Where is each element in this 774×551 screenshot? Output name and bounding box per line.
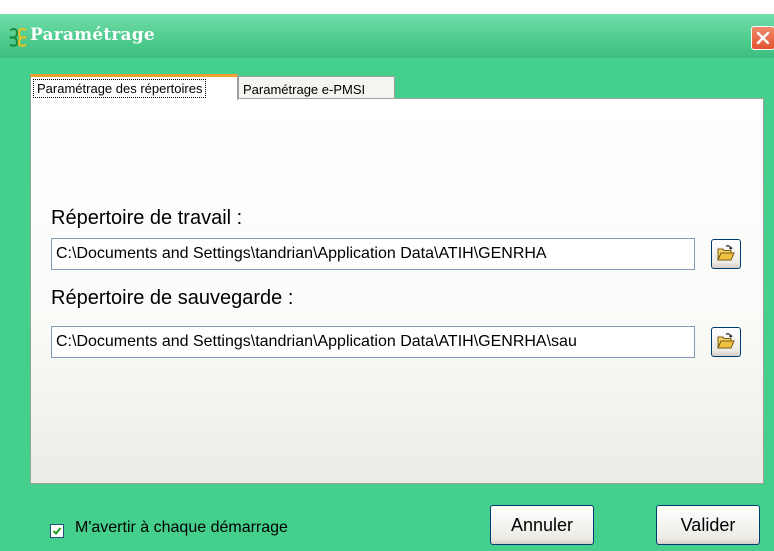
app-logo-icon [7,27,29,47]
close-icon [756,31,770,45]
window-title: Paramétrage [30,25,155,45]
checkmark-icon [52,527,62,535]
tab-epmsi[interactable]: Paramétrage e-PMSI [238,76,395,98]
work-dir-browse-button[interactable] [711,239,741,269]
work-dir-field[interactable]: C:\Documents and Settings\tandrian\Appli… [51,238,695,270]
ok-button[interactable]: Valider [656,505,760,545]
dialog-window: Paramétrage Paramétrage des répertoires … [0,14,774,551]
open-folder-icon [717,333,735,349]
warn-on-startup-checkbox[interactable] [50,524,64,538]
tab-directories-label: Paramétrage des répertoires [33,79,207,98]
close-button[interactable] [751,26,774,50]
tab-epmsi-label: Paramétrage e-PMSI [243,82,366,97]
warn-on-startup-label: M'avertir à chaque démarrage [75,519,288,536]
backup-dir-field[interactable]: C:\Documents and Settings\tandrian\Appli… [51,326,695,358]
backup-dir-browse-button[interactable] [711,327,741,357]
cancel-button[interactable]: Annuler [490,505,594,545]
tab-panel: Répertoire de travail : C:\Documents and… [30,98,764,484]
title-bar: Paramétrage [0,14,774,58]
tab-directories[interactable]: Paramétrage des répertoires [30,74,238,100]
open-folder-icon [717,245,735,261]
work-dir-label: Répertoire de travail : [51,207,243,229]
backup-dir-label: Répertoire de sauvegarde : [51,287,294,309]
